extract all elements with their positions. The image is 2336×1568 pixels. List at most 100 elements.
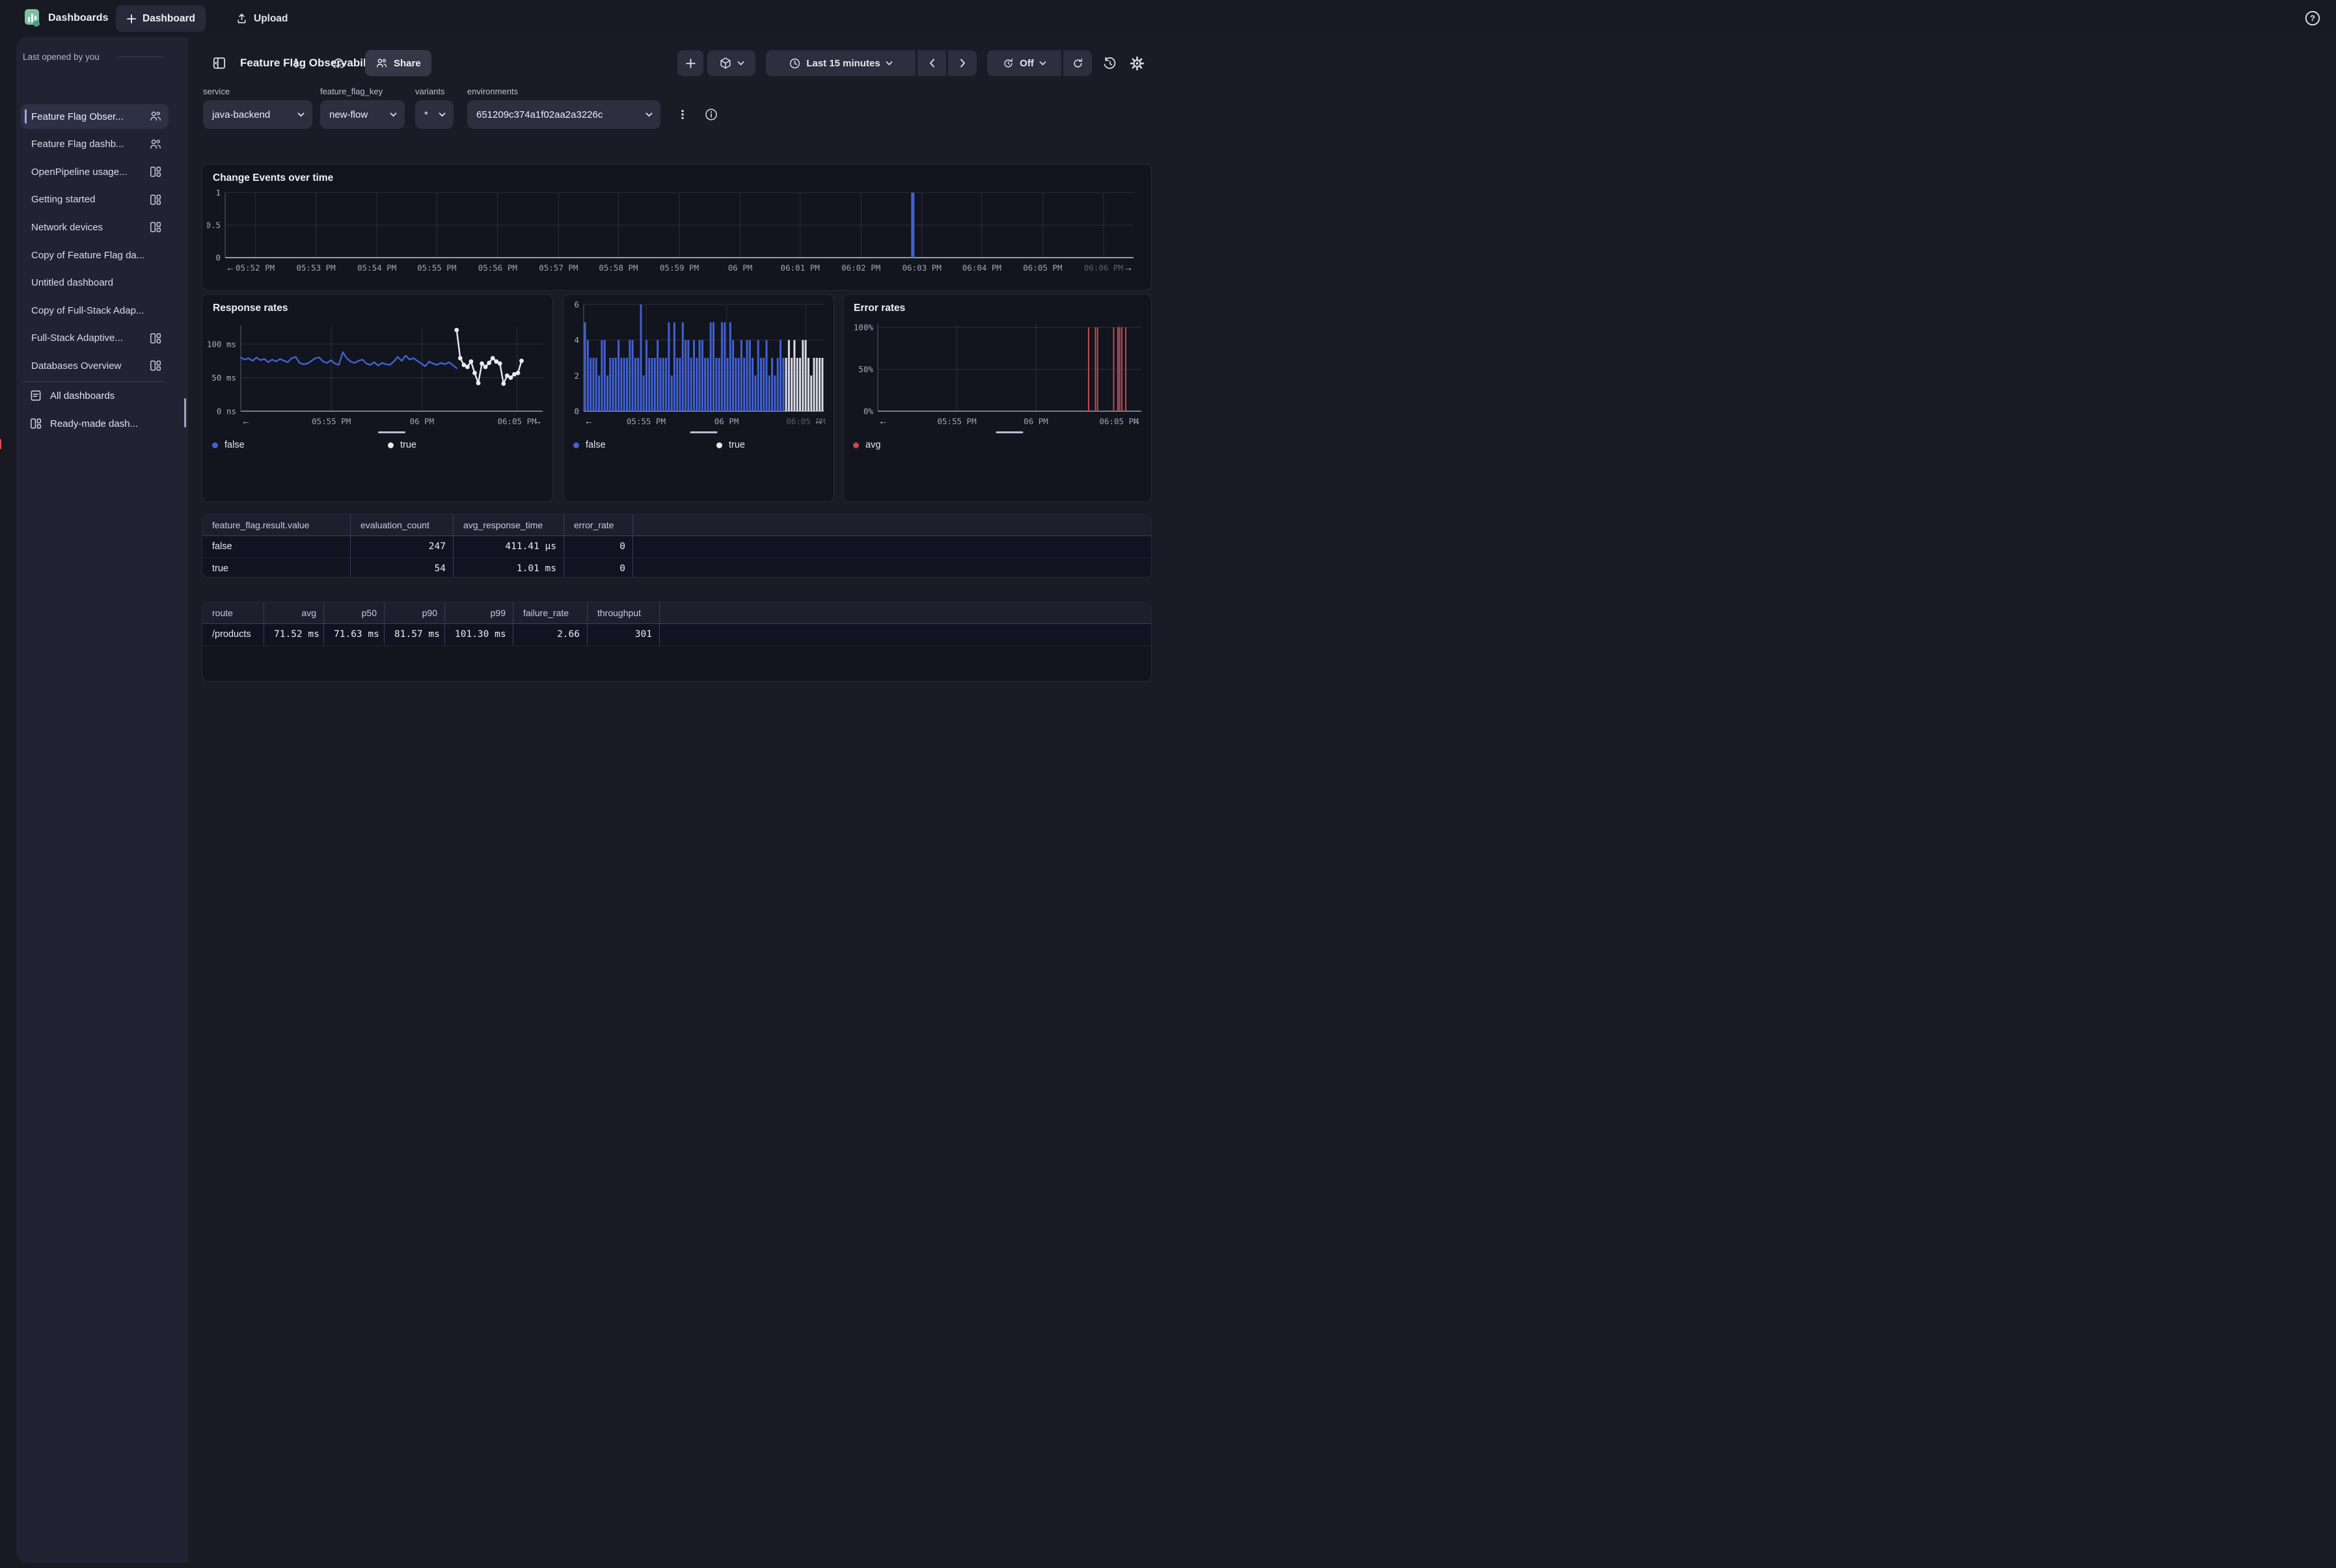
change-events-chart[interactable]: 10.5005:52 PM05:53 PM05:54 PM05:55 PM05:… [207,187,1143,286]
collapse-sidebar-button[interactable] [211,55,227,71]
chevron-down-icon [297,113,305,117]
table-cell: /products [202,624,264,645]
legend-item[interactable]: true [716,440,860,450]
svg-text:50%: 50% [858,364,873,374]
svg-text:4: 4 [574,335,579,345]
svg-text:06:04 PM: 06:04 PM [962,263,1001,273]
filter-dropdown-feature_flag_key[interactable]: new-flow [320,100,405,129]
svg-text:←: ← [241,416,251,426]
column-header[interactable]: evaluation_count [351,515,454,535]
sidebar-footer-item[interactable]: All dashboards [21,383,177,408]
table-cell: 81.57 ms [385,624,445,645]
svg-text:06 PM: 06 PM [714,416,739,426]
svg-text:06:03 PM: 06:03 PM [903,263,942,273]
filter-label: environments [467,87,518,96]
sidebar-item-label: Full-Stack Adaptive... [31,332,149,344]
refresh-icon [1072,57,1084,70]
response-rates-chart[interactable]: 100 ms50 ms0 ns05:55 PM06 PM06:05 PM←→ [207,320,548,436]
svg-text:100%: 100% [854,323,874,332]
help-icon: ? [2303,9,2322,27]
sidebar-scrollbar[interactable] [184,398,186,427]
column-header[interactable]: feature_flag.result.value [202,515,351,535]
clock-icon [789,57,801,70]
column-header[interactable]: p90 [385,602,445,623]
column-header-filler [633,515,1151,535]
sidebar-item[interactable]: Full-Stack Adaptive... [21,326,169,351]
object-picker-button[interactable] [707,50,755,76]
table-cell: 0 [564,558,633,578]
svg-text:0: 0 [215,253,221,263]
table-cell-filler [633,536,1151,558]
column-header[interactable]: avg_response_time [454,515,564,535]
evaluations-chart[interactable]: 642005:55 PM06 PM06:05 PM←→ [568,301,829,436]
table-cell: false [202,536,351,558]
filter-value: * [424,109,428,120]
refresh-button[interactable] [1063,50,1092,76]
people-icon [149,138,162,151]
sidebar-item[interactable]: Getting started [21,187,169,212]
upload-button[interactable]: Upload [229,5,295,32]
table-cell: 247 [351,536,454,558]
svg-text:06:02 PM: 06:02 PM [841,263,880,273]
time-shift-forward-button[interactable] [948,50,977,76]
sidebar-item[interactable]: Feature Flag dashb... [21,132,169,157]
legend-item[interactable]: false [573,440,716,450]
svg-text:06 PM: 06 PM [410,416,435,426]
column-header[interactable]: route [202,602,264,623]
svg-text:→: → [814,416,823,426]
sidebar-item[interactable]: Network devices [21,215,169,239]
svg-text:100 ms: 100 ms [207,339,236,349]
help-button[interactable]: ? [2303,9,2322,27]
table-header-row: routeavgp50p90p99failure_ratethroughput [202,602,1151,624]
sidebar-item[interactable]: Feature Flag Obser... [21,104,169,129]
share-button[interactable]: Share [365,50,431,76]
time-range-label: Last 15 minutes [806,58,880,69]
filters-info-button[interactable] [704,107,718,122]
column-header[interactable]: avg [264,602,324,623]
svg-text:05:56 PM: 05:56 PM [478,263,517,273]
column-header[interactable]: p50 [324,602,385,623]
column-header[interactable]: throughput [588,602,660,623]
autorefresh-picker[interactable]: Off [987,50,1061,76]
filter-dropdown-environments[interactable]: 651209c374a1f02aa2a3226c [467,100,660,129]
selected-indicator [25,109,27,124]
settings-button[interactable] [1130,56,1145,71]
upload-label: Upload [254,13,288,25]
legend-item[interactable]: avg [853,440,996,450]
plus-icon [685,58,696,69]
filter-dropdown-variants[interactable]: * [415,100,454,129]
column-header[interactable]: error_rate [564,515,633,535]
document-icon [29,389,42,402]
add-tile-button[interactable] [677,50,703,76]
history-button[interactable] [1102,56,1117,71]
title-menu-button[interactable] [289,56,303,70]
sidebar-item[interactable]: Copy of Full-Stack Adap... [21,298,169,323]
sidebar-item[interactable]: Databases Overview [21,353,169,378]
legend-label: true [400,440,416,450]
chart-title: Error rates [854,303,905,314]
filters-menu-button[interactable] [675,107,690,122]
tab-dashboard[interactable]: Dashboard [116,5,206,32]
legend-item[interactable]: false [212,440,388,450]
error-rates-chart[interactable]: 100%50%0%05:55 PM06 PM06:05 PM←→ [848,320,1147,436]
sidebar-item[interactable]: OpenPipeline usage... [21,159,169,184]
column-header[interactable]: failure_rate [513,602,588,623]
sidebar-item[interactable]: Untitled dashboard [21,271,169,295]
svg-text:0 ns: 0 ns [217,407,236,416]
tab-dashboard-label: Dashboard [143,13,195,25]
time-range-picker[interactable]: Last 15 minutes [766,50,916,76]
column-header[interactable]: p99 [445,602,513,623]
dashboards-app-icon [24,8,42,28]
svg-text:06:05 PM: 06:05 PM [1023,263,1062,273]
time-shift-back-button[interactable] [917,50,946,76]
legend-item[interactable]: true [388,440,564,450]
filter-dropdown-service[interactable]: java-backend [203,100,312,129]
sidebar-footer-item[interactable]: Ready-made dash... [21,411,177,436]
chevron-left-icon [929,59,935,68]
svg-text:06:01 PM: 06:01 PM [781,263,820,273]
kebab-icon [290,57,303,70]
info-icon [704,107,718,122]
sidebar-item[interactable]: Copy of Feature Flag da... [21,243,169,267]
legend-dot [212,442,218,448]
left-edge-notification-mark [0,439,1,449]
